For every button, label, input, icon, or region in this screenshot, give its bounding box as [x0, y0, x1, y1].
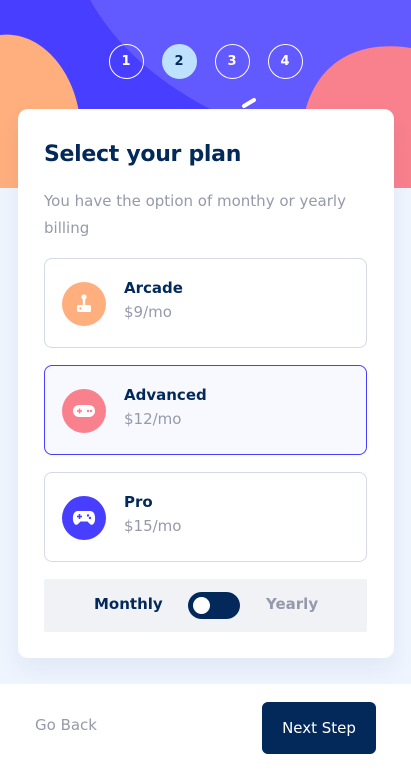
step-2[interactable]: 2 [161, 44, 197, 79]
plan-name: Pro [124, 493, 153, 511]
step-indicator: 1 2 3 4 [0, 44, 411, 79]
billing-yearly-label[interactable]: Yearly [266, 595, 318, 613]
footer-bar: Go Back Next Step [0, 684, 411, 772]
billing-switch-row: Monthly Yearly [44, 579, 367, 632]
plan-price: $12/mo [124, 410, 182, 428]
gamepad-icon [62, 389, 106, 433]
plan-name: Advanced [124, 386, 207, 404]
next-step-button[interactable]: Next Step [262, 702, 376, 754]
plan-card: Select your plan You have the option of … [18, 109, 394, 658]
step-4[interactable]: 4 [267, 44, 303, 79]
plan-option-pro[interactable]: Pro $15/mo [44, 472, 367, 562]
go-back-button[interactable]: Go Back [35, 716, 97, 734]
page-title: Select your plan [44, 142, 242, 167]
arcade-icon [62, 282, 106, 326]
billing-monthly-label[interactable]: Monthly [94, 595, 163, 613]
controller-icon [62, 496, 106, 540]
plan-option-advanced[interactable]: Advanced $12/mo [44, 365, 367, 455]
step-3[interactable]: 3 [214, 44, 250, 79]
plan-price: $9/mo [124, 303, 172, 321]
page-subtitle: You have the option of monthy or yearly … [44, 192, 346, 237]
billing-toggle[interactable] [188, 592, 240, 619]
plan-option-arcade[interactable]: Arcade $9/mo [44, 258, 367, 348]
step-1[interactable]: 1 [108, 44, 144, 79]
toggle-knob [193, 597, 210, 614]
plan-price: $15/mo [124, 517, 182, 535]
plan-name: Arcade [124, 279, 183, 297]
